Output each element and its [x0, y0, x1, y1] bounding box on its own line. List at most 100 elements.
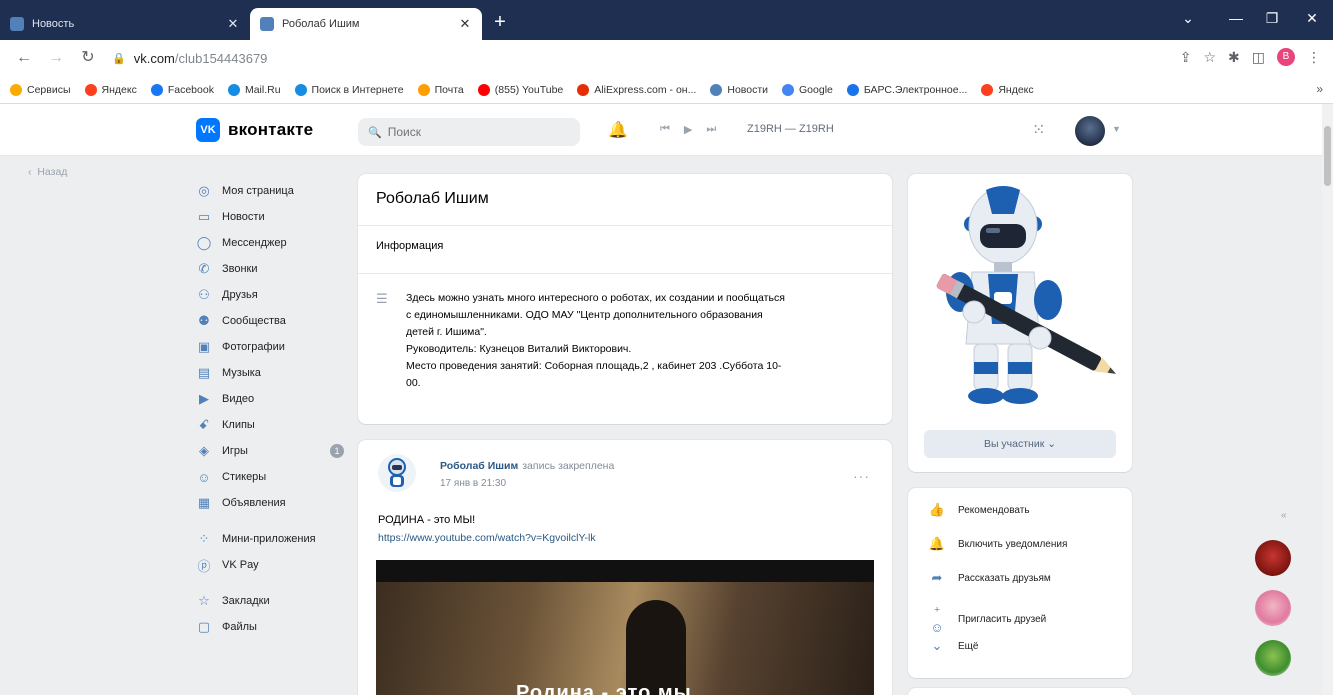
close-icon[interactable]: ✕	[226, 16, 240, 32]
bookmark-label: AliExpress.com - он...	[594, 83, 697, 96]
bookmark-favicon-icon	[227, 83, 240, 96]
current-track[interactable]: Z19RH — Z19RH	[747, 123, 834, 135]
browser-tab-news[interactable]: Новость ✕	[0, 8, 250, 40]
bookmark-item[interactable]: Mail.Ru	[227, 83, 281, 96]
group-info-card: Роболаб Ишим Информация ☰ Здесь можно уз…	[358, 174, 892, 424]
sidebar-item-label: Моя страница	[222, 185, 294, 197]
bookmark-item[interactable]: Яндекс	[84, 83, 137, 96]
video-caption: Родина - это мы	[516, 682, 692, 695]
sidebar-item[interactable]: ▢ Файлы	[194, 614, 344, 640]
scrollbar-thumb[interactable]	[1324, 126, 1331, 186]
address-bar: ← → ↻ 🔒 vk.com/club154443679 ⇪ ☆ ✱ ◫ В ⋮	[0, 40, 1333, 76]
post-date[interactable]: 17 янв в 21:30	[440, 478, 506, 489]
group-name: Роболаб Ишим	[358, 174, 892, 226]
more-dots-icon[interactable]: ···	[853, 468, 870, 484]
member-status-button[interactable]: Вы участник ⌄	[924, 430, 1116, 458]
browser-tab-robolab[interactable]: Роболаб Ишим ✕	[250, 8, 482, 40]
sidebar-item[interactable]: ✆ Звонки	[194, 256, 344, 282]
sidebar-item[interactable]: ⓟ VK Pay	[194, 552, 344, 578]
bookmark-item[interactable]: БАРС.Электронное...	[846, 83, 967, 96]
previous-track-icon[interactable]: ⏮	[660, 123, 670, 136]
sidebar-item[interactable]: ▶ Видео	[194, 386, 344, 412]
sidebar-item[interactable]: ▭ Новости	[194, 204, 344, 230]
group-action[interactable]: 👍 Рекомендовать	[928, 502, 1030, 518]
tab-search-icon[interactable]: ⌄	[1176, 10, 1200, 27]
side-panel-icon[interactable]: ◫	[1252, 49, 1265, 66]
maximize-button[interactable]: ❐	[1260, 10, 1284, 27]
bookmark-item[interactable]: Google	[782, 83, 833, 96]
group-action[interactable]: ⌄ Ещё	[928, 638, 979, 654]
bookmark-item[interactable]: Почта	[417, 83, 464, 96]
group-action[interactable]: ⁺☺ Пригласить друзей	[928, 604, 1046, 635]
sidebar-item[interactable]: ⚉ Сообщества	[194, 308, 344, 334]
url-path: /club154443679	[174, 50, 268, 66]
share-page-icon[interactable]: ⇪	[1180, 49, 1192, 66]
user-avatar[interactable]	[1075, 116, 1105, 146]
more-bookmarks-icon[interactable]: »	[1316, 82, 1323, 96]
notifications-bell-icon[interactable]: 🔔	[608, 120, 628, 140]
description-lines-icon: ☰	[376, 291, 388, 306]
bookmark-favicon-icon	[846, 83, 859, 96]
vk-logo-icon: VK	[196, 118, 220, 142]
sidebar-item[interactable]: ⁘ Мини-приложения	[194, 526, 344, 552]
vk-logo[interactable]: VK вконтакте	[196, 118, 313, 142]
page-scrollbar[interactable]	[1322, 104, 1333, 695]
next-track-icon[interactable]: ⏭	[706, 123, 716, 136]
bookmark-favicon-icon	[84, 83, 97, 96]
group-actions-card: 👍 Рекомендовать 🔔 Включить уведомления ➦ Расс…	[908, 488, 1132, 678]
bookmark-item[interactable]: Facebook	[150, 83, 214, 96]
url-field[interactable]: 🔒 vk.com/club154443679	[112, 48, 267, 68]
back-arrow-icon[interactable]: ←	[14, 48, 34, 68]
reload-icon[interactable]: ↻	[78, 48, 98, 68]
bookmark-item[interactable]: Сервисы	[10, 83, 71, 96]
group-action[interactable]: ➦ Рассказать друзьям	[928, 570, 1051, 586]
menu-dots-icon[interactable]: ⋮	[1307, 49, 1321, 66]
sidebar-item[interactable]: ꗃ Клипы	[194, 412, 344, 438]
sidebar-item[interactable]: ▣ Фотографии	[194, 334, 344, 360]
sidebar-item[interactable]: ◎ Моя страница	[194, 178, 344, 204]
post-link[interactable]: https://www.youtube.com/watch?v=Kgvoilcl…	[378, 532, 596, 544]
sidebar-item[interactable]: ▤ Музыка	[194, 360, 344, 386]
conversation-avatar[interactable]	[1255, 590, 1291, 626]
chevron-down-icon[interactable]: ▼	[1112, 124, 1121, 134]
video-player[interactable]: Родина - это мы	[376, 560, 874, 695]
back-link[interactable]: ‹ Назад	[28, 166, 67, 178]
bookmark-item[interactable]: Новости	[710, 83, 768, 96]
sidebar-item[interactable]: ☺ Стикеры	[194, 464, 344, 490]
group-action-label: Рассказать друзьям	[958, 572, 1051, 584]
collapse-rail-icon[interactable]: «	[1281, 510, 1287, 521]
conversation-avatar[interactable]	[1255, 540, 1291, 576]
apps-grid-icon[interactable]: ⁙	[1032, 120, 1045, 140]
close-icon[interactable]: ✕	[458, 16, 472, 32]
robot-mascot-image[interactable]	[908, 174, 1132, 424]
description-line: детей г. Ишима".	[406, 326, 487, 338]
conversation-avatar[interactable]	[1255, 640, 1291, 676]
group-action[interactable]: 🔔 Включить уведомления	[928, 536, 1067, 552]
sidebar-item[interactable]: ◯ Мессенджер	[194, 230, 344, 256]
lock-icon: 🔒	[112, 52, 126, 65]
bookmark-item[interactable]: (855) YouTube	[477, 83, 563, 96]
play-icon[interactable]: ▶	[684, 123, 692, 136]
extensions-icon[interactable]: ✱	[1228, 49, 1240, 66]
minimize-button[interactable]: —	[1224, 10, 1248, 26]
forward-arrow-icon[interactable]: →	[46, 48, 66, 68]
close-window-button[interactable]: ✕	[1300, 10, 1324, 27]
bookmark-star-icon[interactable]: ☆	[1203, 49, 1216, 66]
post-author-name[interactable]: Роболаб Ишим	[440, 460, 518, 472]
new-tab-button[interactable]: +	[488, 11, 512, 35]
post-author-avatar[interactable]	[378, 454, 416, 492]
bookmark-item[interactable]: Яндекс	[981, 83, 1034, 96]
stickers-icon: ☺	[197, 469, 211, 485]
search-input[interactable]	[387, 125, 568, 139]
sidebar-item[interactable]: ▦ Объявления	[194, 490, 344, 516]
profile-avatar[interactable]: В	[1277, 48, 1295, 66]
bookmark-item[interactable]: AliExpress.com - он...	[577, 83, 697, 96]
sidebar-item[interactable]: ⚇ Друзья	[194, 282, 344, 308]
search-box[interactable]: 🔍	[358, 118, 580, 146]
sidebar-item[interactable]: ☆ Закладки	[194, 588, 344, 614]
vk-header: VK вконтакте 🔍 🔔 ⏮ ▶ ⏭ Z19RH — Z19RH ⁙ ▼	[0, 104, 1333, 156]
sidebar-item[interactable]: ◈ Игры 1	[194, 438, 344, 464]
description-line: Место проведения занятий: Соборная площа…	[406, 360, 782, 372]
address-bar-icons: ⇪ ☆ ✱ ◫ В ⋮	[1180, 48, 1321, 66]
bookmark-item[interactable]: Поиск в Интернете	[294, 83, 404, 96]
